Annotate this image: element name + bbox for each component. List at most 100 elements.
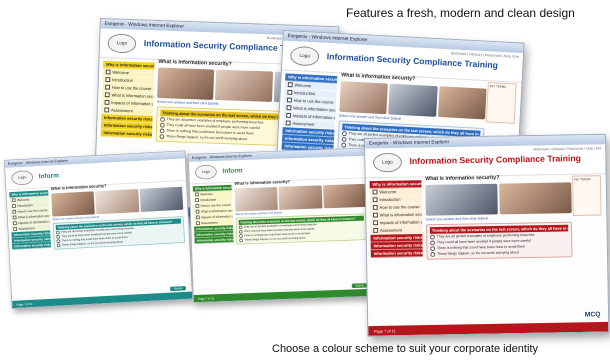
select-hint: Select one answer and then click Submit bbox=[425, 216, 489, 222]
checkbox-icon bbox=[105, 69, 111, 75]
scenario-images bbox=[339, 81, 487, 120]
sidebar-item-label: Assessment bbox=[292, 120, 315, 127]
answer-option-label: These things happen, so it's not worth w… bbox=[166, 134, 247, 141]
submit-button[interactable]: Submit bbox=[169, 286, 187, 292]
question-title: What is information security? bbox=[425, 175, 500, 183]
scenario-photo bbox=[322, 183, 367, 209]
key-terms-panel: KEY TERMS bbox=[485, 82, 517, 124]
sidebar-item-label: Introduction bbox=[17, 203, 34, 208]
sidebar-item-label: Introduction bbox=[294, 90, 316, 97]
checkbox-icon bbox=[287, 90, 293, 96]
checkbox-icon bbox=[195, 204, 200, 209]
scenario-photo bbox=[157, 67, 215, 100]
scenario-photo bbox=[51, 191, 96, 217]
sidebar-item-label: Assessment bbox=[379, 227, 402, 233]
content-area: What is information security? Select one… bbox=[51, 180, 188, 295]
scenario-photo bbox=[234, 186, 279, 212]
logo: Logo bbox=[107, 33, 137, 54]
sidebar-item[interactable]: Information security risks at home bbox=[370, 249, 423, 258]
footer-bar: Page 7 of 11 bbox=[193, 288, 374, 303]
checkbox-icon bbox=[372, 205, 378, 211]
page-indicator: Page 7 of 11 bbox=[374, 328, 396, 334]
sidebar-item-label: Welcome bbox=[112, 69, 129, 76]
checkbox-icon bbox=[373, 228, 379, 234]
radio-icon[interactable] bbox=[430, 240, 435, 245]
sidebar-item-label: Information security risks at home bbox=[196, 237, 234, 243]
sidebar-item-label: Welcome bbox=[200, 192, 213, 197]
scenario-photo bbox=[437, 86, 487, 120]
checkbox-icon bbox=[105, 77, 111, 83]
brand-mark: MCQ bbox=[584, 311, 601, 319]
sidebar-item-label: What is information security? bbox=[379, 211, 423, 218]
footer-bar: Page 7 of 11 bbox=[12, 291, 193, 309]
sidebar-item[interactable]: Information security risks at home bbox=[12, 241, 52, 250]
answer-option-label: These things happen, so it's not worth w… bbox=[244, 236, 306, 242]
checkbox-icon bbox=[372, 197, 378, 203]
radio-icon[interactable] bbox=[159, 122, 165, 128]
checkbox-icon bbox=[195, 192, 199, 197]
sidebar-item-label: How to use the course bbox=[200, 202, 231, 208]
sidebar-item-label: Information security risks on the road bbox=[196, 231, 234, 237]
top-nav[interactable]: Bookmark | Glossary | Resources | Help |… bbox=[533, 146, 601, 151]
sidebar-item[interactable]: Information security risks at home bbox=[100, 129, 153, 139]
radio-icon[interactable] bbox=[239, 238, 243, 242]
sidebar-item[interactable]: Information security risks at home bbox=[194, 236, 234, 244]
scenario-photo bbox=[499, 182, 572, 215]
logo: Logo bbox=[289, 45, 320, 67]
answer-option[interactable]: These things happen, so it's not worth w… bbox=[430, 249, 568, 257]
sidebar-item-label: Information security risks at home bbox=[14, 242, 52, 249]
scenario-photo bbox=[425, 183, 498, 216]
submit-button[interactable]: Submit bbox=[351, 283, 368, 289]
radio-icon[interactable] bbox=[56, 243, 61, 248]
checkbox-icon bbox=[287, 82, 293, 88]
checkbox-icon bbox=[372, 213, 378, 218]
content-area: What is information security? Select one… bbox=[425, 174, 573, 321]
course-window-red: Exegenix - Windows Internet Explorer Log… bbox=[364, 133, 610, 337]
sidebar-item-label: Why is information security important? bbox=[11, 190, 49, 197]
sidebar: Why is information security important?We… bbox=[369, 180, 423, 258]
checkbox-icon bbox=[286, 113, 292, 119]
radio-icon[interactable] bbox=[159, 133, 165, 139]
options-list: They are all perfect examples of employe… bbox=[238, 221, 365, 243]
sidebar-item-label: Information security risks at home bbox=[103, 130, 153, 137]
sidebar-item-label: How to use the course bbox=[111, 84, 152, 92]
checkbox-icon bbox=[105, 85, 111, 91]
radio-icon[interactable] bbox=[430, 251, 436, 257]
footer-bar: Page 7 of 11 bbox=[368, 321, 609, 336]
sidebar-item-label: Impacts of information security breaches bbox=[200, 214, 233, 220]
headline-caption: Features a fresh, modern and clean desig… bbox=[346, 6, 575, 20]
logo: Logo bbox=[372, 152, 403, 173]
radio-icon[interactable] bbox=[159, 128, 165, 133]
radio-icon[interactable] bbox=[430, 234, 435, 240]
sidebar: Why is information security important?We… bbox=[192, 184, 234, 244]
scenario-photo bbox=[215, 69, 273, 102]
sidebar-item-label: Why is information security important? bbox=[372, 181, 422, 187]
sidebar-item-label: Impacts of information security breaches bbox=[379, 219, 422, 226]
scenario-photo bbox=[95, 189, 140, 215]
checkbox-icon bbox=[195, 198, 200, 203]
radio-icon[interactable] bbox=[430, 245, 436, 251]
scenario-images bbox=[425, 182, 572, 216]
checkbox-icon bbox=[11, 198, 16, 203]
checkbox-icon bbox=[286, 105, 292, 111]
checkbox-icon bbox=[196, 221, 200, 226]
checkbox-icon bbox=[104, 100, 110, 106]
sidebar-item-label: What is information security? bbox=[111, 92, 154, 100]
radio-icon[interactable] bbox=[160, 116, 165, 122]
sidebar-item-label: How to use the course bbox=[293, 97, 334, 105]
options-list: They are all perfect examples of employe… bbox=[430, 231, 569, 257]
scenario-photo bbox=[139, 186, 184, 212]
question-box: Thinking about the scenarios on the last… bbox=[425, 221, 573, 260]
sidebar-item-label: Introduction bbox=[200, 197, 217, 202]
sidebar: Why is information security important?We… bbox=[281, 73, 338, 153]
course-title: Inform bbox=[222, 166, 243, 175]
scenario-photo bbox=[339, 81, 389, 115]
sidebar-item-label: Introduction bbox=[112, 77, 133, 83]
checkbox-icon bbox=[12, 210, 17, 214]
course-window-green: Exegenix - Windows Internet Explorer Log… bbox=[188, 147, 375, 303]
sidebar-item-label: Information security risks in the office bbox=[373, 234, 423, 241]
sidebar-item-label: Welcome bbox=[16, 197, 30, 202]
footer-caption: Choose a colour scheme to suit your corp… bbox=[272, 343, 538, 355]
scenario-photo bbox=[278, 185, 323, 210]
sidebar-item-label: Why is information security important? bbox=[194, 185, 232, 191]
